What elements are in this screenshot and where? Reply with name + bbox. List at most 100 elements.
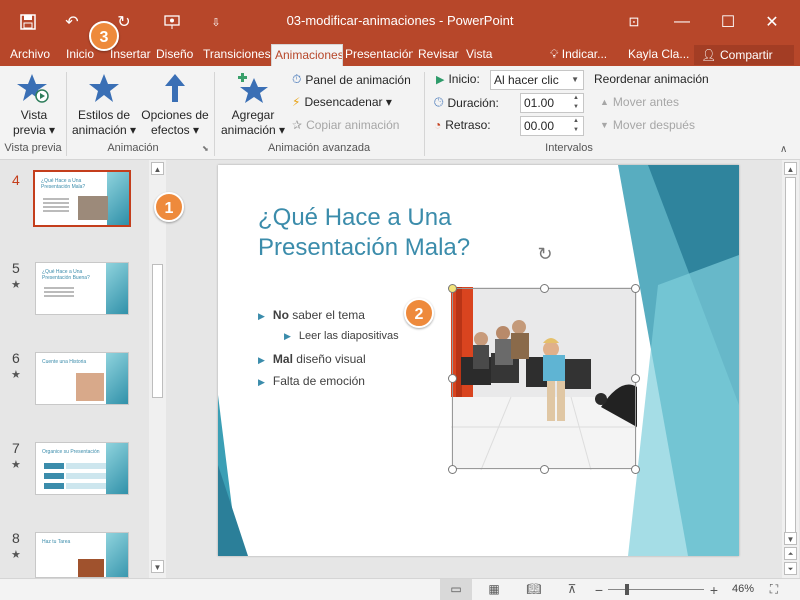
thumbnail-slide-4[interactable]: ¿Qué Hace a Una Presentación Mala? — [33, 170, 131, 227]
zoom-slider[interactable] — [608, 589, 704, 590]
tab-diseno[interactable]: Diseño — [156, 44, 200, 66]
next-slide-icon[interactable]: ⏷ — [784, 562, 797, 575]
normal-view-icon[interactable]: ▭ — [447, 582, 465, 598]
ribbon-display-options-icon[interactable]: ⊡ — [620, 8, 648, 36]
animation-styles-button[interactable]: Estilos de animación ▾ — [70, 72, 138, 138]
dialog-launcher-icon[interactable]: ⬊ — [202, 144, 209, 153]
duration-spinner[interactable]: ▲ ▼ — [569, 94, 583, 112]
bullet-text: diseño visual — [292, 352, 366, 366]
status-bar: ▭ ▦ 📖︎ ⊼ − + 46% ⛶ — [0, 578, 800, 600]
slide-sorter-icon[interactable]: ▦ — [485, 582, 503, 598]
tell-me-label: Indicar... — [561, 47, 608, 61]
thumbnail-number: 8 — [12, 530, 20, 546]
animation-star-icon: ★ — [11, 459, 21, 471]
animation-pane-button[interactable]: ⏱︎ Panel de animación — [292, 72, 411, 87]
effect-options-button[interactable]: Opciones de efectos ▾ — [140, 72, 210, 138]
zoom-slider-thumb[interactable] — [625, 584, 629, 595]
user-name[interactable]: Kayla Cla... — [628, 44, 689, 66]
copy-animation-button[interactable]: ✰ Copiar animación — [292, 118, 399, 132]
start-dropdown[interactable]: Al hacer clic ▼ — [490, 70, 584, 90]
close-icon[interactable]: ✕ — [758, 8, 786, 36]
add-animation-label: Agregar — [231, 108, 275, 122]
callout-marker: 1 — [154, 192, 184, 222]
group-label-animation: Animación — [107, 142, 159, 154]
scroll-thumb[interactable] — [785, 177, 796, 533]
tab-presentacion[interactable]: Presentación — [345, 44, 413, 66]
tab-vista[interactable]: Vista — [466, 44, 500, 66]
duration-field[interactable]: 01.00 ▲ ▼ — [520, 93, 584, 113]
thumbnail-number: 5 — [12, 260, 20, 276]
resize-handle[interactable] — [631, 465, 640, 474]
rotate-handle-icon[interactable]: ↻ — [534, 243, 556, 265]
preview-label-2: previa ▾ — [12, 123, 56, 137]
delay-field[interactable]: 00.00 ▲ ▼ — [520, 116, 584, 136]
resize-handle[interactable] — [448, 465, 457, 474]
thumbnail-slide-6[interactable]: Cuente una Historia — [35, 352, 129, 405]
bullet-item[interactable]: ▶ Mal diseño visual — [258, 352, 366, 366]
resize-handle[interactable] — [631, 284, 640, 293]
tab-revisar[interactable]: Revisar — [418, 44, 462, 66]
reorder-title: Reordenar animación — [594, 72, 709, 86]
maximize-icon[interactable]: ☐ — [714, 8, 742, 36]
duration-label-row: 🕒︎ Duración: — [434, 95, 499, 110]
delay-spinner[interactable]: ▲ ▼ — [569, 117, 583, 135]
resize-handle[interactable] — [448, 374, 457, 383]
preview-star-icon — [17, 74, 49, 103]
tab-archivo[interactable]: Archivo — [10, 44, 58, 66]
scroll-thumb[interactable] — [152, 264, 163, 398]
resize-handle[interactable] — [631, 374, 640, 383]
resize-handle[interactable] — [540, 465, 549, 474]
scroll-down-icon[interactable]: ▼ — [151, 560, 164, 573]
minimize-icon[interactable]: — — [668, 8, 696, 36]
slide-title[interactable]: ¿Qué Hace a Una Presentación Mala? — [258, 203, 518, 263]
start-label: Inicio: — [448, 72, 480, 86]
collapse-ribbon-icon[interactable]: ∧ — [780, 144, 787, 155]
bullet-text: Falta de emoción — [272, 374, 365, 388]
thumbnail-slide-7[interactable]: Organice su Presentación — [35, 442, 129, 495]
scroll-down-icon[interactable]: ▼ — [784, 532, 797, 545]
resize-handle[interactable] — [448, 284, 457, 293]
thumbnail-slide-8[interactable]: Haz tu Tarea — [35, 532, 129, 578]
slideshow-icon[interactable]: ⊼ — [563, 582, 581, 598]
animation-star-icon: ★ — [11, 549, 21, 561]
animation-styles-label-2: animación ▾ — [71, 123, 137, 137]
bullet-arrow-icon: ▶ — [258, 355, 265, 365]
move-earlier-button[interactable]: ▲ Mover antes — [600, 95, 679, 109]
bullet-item[interactable]: ▶ No saber el tema — [258, 308, 365, 322]
play-triangle-icon: ▶ — [436, 73, 445, 86]
group-label-advanced: Animación avanzada — [267, 142, 371, 154]
scroll-up-icon[interactable]: ▲ — [784, 162, 797, 175]
trigger-button[interactable]: ⚡︎ Desencadenar ▾ — [292, 95, 392, 109]
fit-to-window-icon[interactable]: ⛶ — [765, 582, 783, 598]
tab-transiciones[interactable]: Transiciones — [203, 44, 271, 66]
bullet-item[interactable]: ▶ Falta de emoción — [258, 374, 365, 388]
share-button[interactable]: 👤︎ Compartir — [694, 45, 794, 65]
thumbnail-slide-5[interactable]: ¿Qué Hace a Una Presentación Buena? — [35, 262, 129, 315]
tab-insertar[interactable]: Insertar — [110, 44, 154, 66]
preview-button[interactable]: Vista previa ▾ — [6, 72, 62, 138]
animation-star-icon — [89, 74, 119, 102]
zoom-in-button[interactable]: + — [705, 582, 723, 598]
scroll-up-icon[interactable]: ▲ — [151, 162, 164, 175]
bullet-bold: No — [272, 308, 289, 322]
bullet-subitem[interactable]: ▶ Leer las diapositivas — [284, 330, 399, 342]
move-later-button[interactable]: ▼ Mover después — [600, 118, 695, 132]
thumbnail-scrollbar[interactable]: ▲ ▼ — [149, 160, 166, 578]
editor-scrollbar[interactable]: ▲ ▼ ⏶ ⏷ — [782, 160, 799, 578]
reading-view-icon[interactable]: 📖︎ — [525, 582, 543, 598]
group-label-timing: Intervalos — [545, 142, 593, 154]
bullet-text: Leer las diapositivas — [298, 330, 399, 342]
start-value: Al hacer clic — [494, 73, 559, 87]
zoom-level[interactable]: 46% — [732, 583, 754, 595]
tell-me-box[interactable]: 💡︎ Indicar... — [550, 44, 607, 66]
delay-clock-icon: ◔ — [434, 118, 442, 132]
zoom-out-button[interactable]: − — [590, 582, 608, 598]
previous-slide-icon[interactable]: ⏶ — [784, 547, 797, 560]
resize-handle[interactable] — [540, 284, 549, 293]
slide-canvas[interactable]: ¿Qué Hace a Una Presentación Mala? ▶ No s… — [218, 165, 739, 556]
tab-animaciones[interactable]: Animaciones — [271, 44, 343, 66]
ribbon: Vista previa ▾ Vista previa Estilos de a… — [0, 66, 800, 160]
share-person-icon: 👤︎ — [701, 48, 717, 62]
add-animation-button[interactable]: Agregar animación ▾ — [218, 72, 288, 138]
thumb-decoration — [106, 353, 128, 404]
